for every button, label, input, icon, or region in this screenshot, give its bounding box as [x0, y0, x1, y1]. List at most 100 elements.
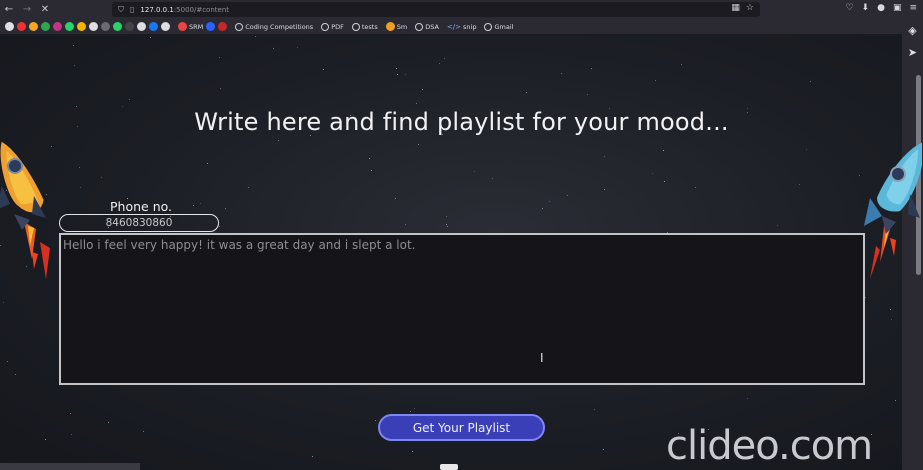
mood-textarea[interactable]: Hello i feel very happy! it was a great …: [59, 233, 865, 385]
bookmark-label: DSA: [425, 22, 439, 31]
star: [446, 216, 447, 217]
bookmark-icon[interactable]: [149, 22, 158, 31]
globe-icon: [484, 22, 493, 31]
star: [248, 187, 249, 188]
star: [219, 226, 220, 227]
star: [193, 205, 194, 206]
bookmark-label: SRM: [189, 22, 204, 31]
star: [414, 408, 415, 409]
star: [200, 203, 201, 204]
bookmark-icon[interactable]: [101, 22, 110, 31]
account-icon[interactable]: ●: [877, 3, 885, 13]
star: [439, 63, 440, 64]
srm-icon: [178, 22, 187, 31]
whatsapp-icon[interactable]: [65, 22, 74, 31]
star: [220, 88, 221, 89]
bookmark-icon[interactable]: [137, 22, 146, 31]
star: [474, 171, 475, 172]
instagram-icon[interactable]: [53, 22, 62, 31]
star: [101, 177, 102, 178]
star: [225, 208, 226, 209]
star: [375, 420, 376, 421]
star: [369, 158, 370, 159]
bookmark-icon[interactable]: [29, 22, 38, 31]
bookmark-gmail[interactable]: Gmail: [484, 22, 513, 31]
code-icon: </>: [446, 22, 462, 31]
star: [219, 57, 220, 58]
star: [526, 92, 527, 93]
bookmark-icon[interactable]: [41, 22, 50, 31]
bookmark-sm[interactable]: Sm: [385, 22, 407, 31]
globe-icon: [321, 22, 330, 31]
bookmark-star-icon[interactable]: ☆: [746, 3, 754, 13]
star: [396, 68, 397, 69]
stop-loading-icon[interactable]: ✕: [36, 0, 54, 19]
bookmarks-bar: SRM Coding Competitions PDF tests Sm DSA…: [0, 19, 923, 35]
menu-icon[interactable]: ≡: [909, 3, 917, 13]
bookmark-snip[interactable]: </> snip: [447, 23, 477, 31]
bookmark-pdf[interactable]: PDF: [321, 22, 344, 31]
get-playlist-button[interactable]: Get Your Playlist: [378, 414, 545, 441]
star: [444, 58, 445, 59]
star: [255, 36, 256, 37]
rocket-right-illustration: [864, 142, 922, 279]
forward-icon[interactable]: →: [18, 0, 36, 19]
mood-text: Hello i feel very happy! it was a great …: [63, 238, 416, 252]
star: [604, 189, 605, 190]
status-bar: [0, 463, 140, 470]
star: [859, 175, 860, 176]
youtube-icon[interactable]: [17, 22, 26, 31]
star: [323, 69, 324, 70]
bookmark-label: tests: [361, 22, 378, 31]
bookmark-coding-competitions[interactable]: Coding Competitions: [235, 22, 313, 31]
bookmark-icon[interactable]: [218, 22, 228, 31]
star: [122, 106, 123, 107]
globe-icon: [351, 22, 360, 31]
bookmark-srm[interactable]: SRM: [178, 22, 203, 31]
star: [777, 225, 778, 226]
star: [150, 37, 151, 38]
star: [799, 184, 800, 185]
bookmark-icon[interactable]: [161, 22, 170, 31]
star: [405, 74, 406, 75]
star: [695, 187, 696, 188]
watermark-logo: clideo.com: [666, 423, 873, 469]
extensions-grid-icon[interactable]: ▦: [731, 3, 740, 13]
send-icon[interactable]: ➤: [902, 41, 923, 63]
star: [446, 224, 447, 225]
download-icon[interactable]: ⬇: [862, 3, 870, 13]
bookmark-tests[interactable]: tests: [351, 22, 378, 31]
page-info-icon[interactable]: ▯: [130, 5, 134, 14]
bookmark-icon[interactable]: [5, 22, 14, 31]
star: [3, 302, 4, 303]
browser-toolbar: ← → ✕ ⛉ ▯ 127.0.0.1:5000/#content ▦ ☆ ♡ …: [0, 0, 923, 19]
bookmark-icon[interactable]: [206, 22, 216, 31]
star: [604, 156, 605, 157]
bookmark-label: snip: [463, 22, 477, 31]
star: [76, 106, 77, 107]
github-icon[interactable]: [89, 22, 98, 31]
bookmark-icon[interactable]: [77, 22, 86, 31]
star: [806, 149, 807, 150]
layers-icon[interactable]: ◈: [902, 19, 923, 41]
star: [80, 187, 81, 188]
star: [129, 99, 130, 100]
phone-input[interactable]: [59, 214, 219, 232]
star: [603, 449, 604, 450]
star: [891, 319, 892, 320]
star: [652, 173, 653, 174]
star: [416, 103, 417, 104]
bookmark-icon[interactable]: [125, 22, 134, 31]
whatsapp-icon[interactable]: [113, 22, 122, 31]
bookmark-dsa[interactable]: DSA: [415, 22, 439, 31]
star: [567, 195, 568, 196]
pocket-icon[interactable]: ♡: [845, 3, 853, 13]
shield-icon[interactable]: ⛉: [118, 5, 124, 15]
star: [492, 178, 493, 179]
back-icon[interactable]: ←: [0, 0, 18, 19]
extension-icon[interactable]: ▣: [893, 3, 902, 13]
star: [895, 400, 896, 401]
address-bar[interactable]: ⛉ ▯ 127.0.0.1:5000/#content ▦ ☆: [112, 2, 760, 17]
star: [587, 94, 588, 95]
star: [681, 64, 682, 65]
